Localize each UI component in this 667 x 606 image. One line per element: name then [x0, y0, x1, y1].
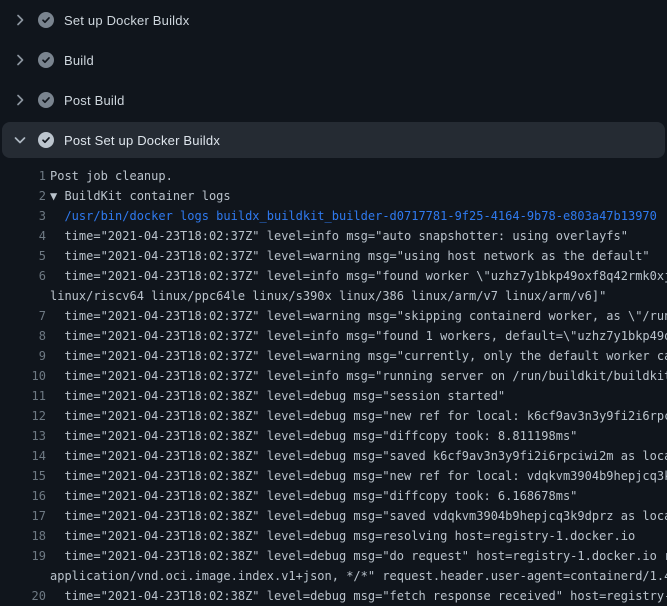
log-line-number[interactable]: 2 [0, 186, 46, 206]
log-line-text: application/vnd.oci.image.index.v1+json,… [46, 566, 667, 586]
log-line-number[interactable]: 13 [0, 426, 46, 446]
log-line-text: time="2021-04-23T18:02:37Z" level=info m… [46, 266, 667, 286]
log-row: 16 time="2021-04-23T18:02:38Z" level=deb… [0, 486, 667, 506]
log-line-number[interactable]: 3 [0, 206, 46, 226]
log-line-text: time="2021-04-23T18:02:38Z" level=debug … [46, 426, 667, 446]
log-line-text: time="2021-04-23T18:02:38Z" level=debug … [46, 446, 667, 466]
step-row-post-set-up-docker-buildx[interactable]: Post Set up Docker Buildx [2, 122, 665, 158]
log-row: 4 time="2021-04-23T18:02:37Z" level=info… [0, 226, 667, 246]
step-label: Set up Docker Buildx [64, 13, 189, 28]
log-line-text: Post job cleanup. [46, 166, 667, 186]
check-circle-icon [38, 52, 54, 68]
log-line-number[interactable]: 19 [0, 546, 46, 566]
log-lines: 1 Post job cleanup. 2 ▼ BuildKit contain… [0, 158, 667, 606]
log-line-text: time="2021-04-23T18:02:38Z" level=debug … [46, 466, 667, 486]
log-line-text: time="2021-04-23T18:02:37Z" level=info m… [46, 366, 667, 386]
log-line-number[interactable]: 8 [0, 326, 46, 346]
log-line-number[interactable]: 1 [0, 166, 46, 186]
log-line-text: time="2021-04-23T18:02:38Z" level=debug … [46, 546, 667, 566]
log-line-text: time="2021-04-23T18:02:38Z" level=debug … [46, 526, 667, 546]
log-line-text: time="2021-04-23T18:02:37Z" level=warnin… [46, 246, 667, 266]
log-line-text: time="2021-04-23T18:02:38Z" level=debug … [46, 506, 667, 526]
log-line-number[interactable]: 7 [0, 306, 46, 326]
log-row: 2 ▼ BuildKit container logs [0, 186, 667, 206]
log-row: 6 time="2021-04-23T18:02:37Z" level=info… [0, 266, 667, 286]
log-line-text: time="2021-04-23T18:02:38Z" level=debug … [46, 406, 667, 426]
log-line-number[interactable]: 14 [0, 446, 46, 466]
log-line-text: time="2021-04-23T18:02:37Z" level=warnin… [46, 306, 667, 326]
chevron-right-icon [12, 92, 28, 108]
step-label: Post Build [64, 93, 125, 108]
step-row-build[interactable]: Build [0, 40, 667, 80]
step-label: Post Set up Docker Buildx [64, 133, 220, 148]
log-line-number[interactable]: 5 [0, 246, 46, 266]
chevron-right-icon [12, 52, 28, 68]
log-line-text: /usr/bin/docker logs buildx_buildkit_bui… [46, 206, 667, 226]
log-line-text[interactable]: ▼ BuildKit container logs [46, 186, 667, 206]
log-line-number[interactable]: 17 [0, 506, 46, 526]
log-line-text: linux/riscv64 linux/ppc64le linux/s390x … [46, 286, 667, 306]
log-row: 14 time="2021-04-23T18:02:38Z" level=deb… [0, 446, 667, 466]
log-line-number[interactable]: 11 [0, 386, 46, 406]
log-line-number[interactable]: 20 [0, 586, 46, 606]
chevron-right-icon [12, 12, 28, 28]
log-line-text: time="2021-04-23T18:02:37Z" level=info m… [46, 226, 667, 246]
log-row: 13 time="2021-04-23T18:02:38Z" level=deb… [0, 426, 667, 446]
log-row: 17 time="2021-04-23T18:02:38Z" level=deb… [0, 506, 667, 526]
log-row: 5 time="2021-04-23T18:02:37Z" level=warn… [0, 246, 667, 266]
log-row: 1 Post job cleanup. [0, 166, 667, 186]
log-row: 12 time="2021-04-23T18:02:38Z" level=deb… [0, 406, 667, 426]
log-row: application/vnd.oci.image.index.v1+json,… [0, 566, 667, 586]
log-line-text: time="2021-04-23T18:02:38Z" level=debug … [46, 586, 667, 606]
log-row: 10 time="2021-04-23T18:02:37Z" level=inf… [0, 366, 667, 386]
log-line-text: time="2021-04-23T18:02:37Z" level=info m… [46, 326, 667, 346]
log-line-number[interactable]: 16 [0, 486, 46, 506]
check-circle-icon [38, 92, 54, 108]
log-line-number[interactable]: 6 [0, 266, 46, 286]
log-line-number [0, 566, 46, 586]
log-row: 11 time="2021-04-23T18:02:38Z" level=deb… [0, 386, 667, 406]
log-line-text: time="2021-04-23T18:02:38Z" level=debug … [46, 486, 667, 506]
log-row: 9 time="2021-04-23T18:02:37Z" level=warn… [0, 346, 667, 366]
log-row: 3 /usr/bin/docker logs buildx_buildkit_b… [0, 206, 667, 226]
log-line-number[interactable]: 10 [0, 366, 46, 386]
steps-list: Set up Docker Buildx Build [0, 0, 667, 158]
check-circle-icon [38, 132, 54, 148]
check-circle-icon [38, 12, 54, 28]
log-row: 7 time="2021-04-23T18:02:37Z" level=warn… [0, 306, 667, 326]
log-line-number[interactable]: 15 [0, 466, 46, 486]
log-line-text: time="2021-04-23T18:02:38Z" level=debug … [46, 386, 667, 406]
step-label: Build [64, 53, 94, 68]
log-line-number[interactable]: 4 [0, 226, 46, 246]
log-row: 20 time="2021-04-23T18:02:38Z" level=deb… [0, 586, 667, 606]
log-row: 15 time="2021-04-23T18:02:38Z" level=deb… [0, 466, 667, 486]
log-line-number[interactable]: 9 [0, 346, 46, 366]
log-row: 19 time="2021-04-23T18:02:38Z" level=deb… [0, 546, 667, 566]
log-line-number[interactable]: 12 [0, 406, 46, 426]
log-row: 8 time="2021-04-23T18:02:37Z" level=info… [0, 326, 667, 346]
log-line-number [0, 286, 46, 306]
chevron-down-icon [12, 132, 28, 148]
log-row: 18 time="2021-04-23T18:02:38Z" level=deb… [0, 526, 667, 546]
step-row-set-up-docker-buildx[interactable]: Set up Docker Buildx [0, 0, 667, 40]
step-row-post-build[interactable]: Post Build [0, 80, 667, 120]
log-line-text: time="2021-04-23T18:02:37Z" level=warnin… [46, 346, 667, 366]
log-row: linux/riscv64 linux/ppc64le linux/s390x … [0, 286, 667, 306]
log-line-number[interactable]: 18 [0, 526, 46, 546]
